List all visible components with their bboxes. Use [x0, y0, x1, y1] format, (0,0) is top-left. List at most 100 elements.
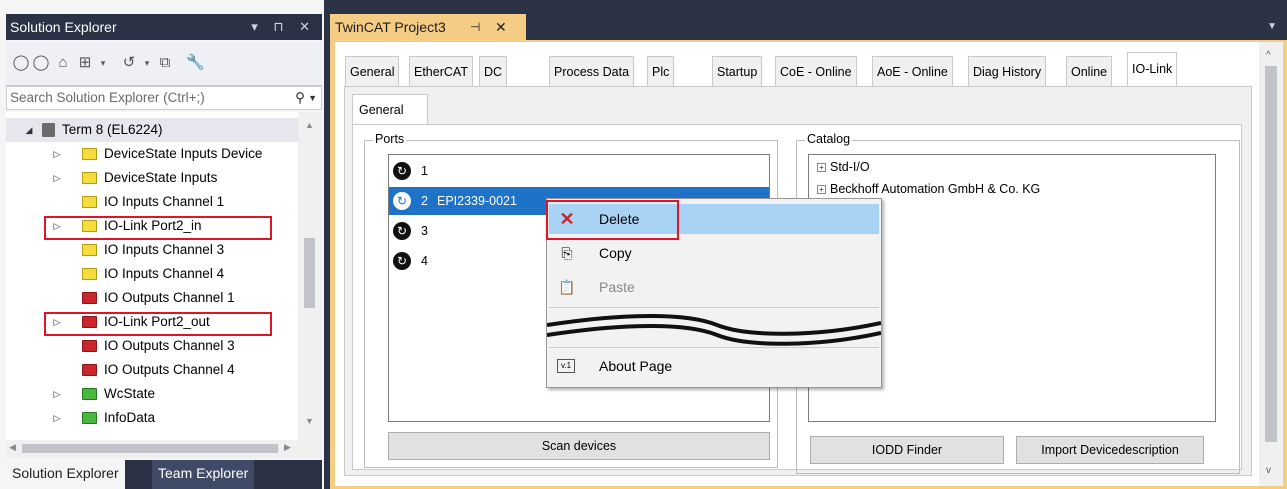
output-variable-icon	[82, 340, 97, 352]
status-variable-icon	[82, 412, 97, 424]
pin-icon[interactable]: ⊣	[470, 14, 480, 40]
scrollbar-thumb[interactable]	[304, 238, 315, 308]
terminal-icon	[42, 123, 55, 137]
scrollbar-thumb[interactable]	[22, 444, 278, 453]
collapse-all-icon[interactable]: ⧉	[156, 54, 174, 72]
tab-ethercat[interactable]: EtherCAT	[409, 56, 473, 86]
input-variable-icon	[82, 172, 97, 184]
window-controls[interactable]: ▾ ⊓ ✕	[251, 14, 316, 40]
input-variable-icon	[82, 268, 97, 280]
tree-label: InfoData	[104, 410, 156, 425]
subtab-general[interactable]: General	[352, 94, 428, 124]
input-variable-icon	[82, 196, 97, 208]
ports-group-title: Ports	[373, 132, 407, 146]
tab-aoe-online[interactable]: AoE - Online	[872, 56, 953, 86]
solution-explorer-title: Solution Explorer	[10, 19, 117, 35]
pending-changes-icon[interactable]: ↺	[120, 54, 138, 72]
callout-box	[546, 200, 679, 240]
input-variable-icon	[82, 244, 97, 256]
tab-startup[interactable]: Startup	[712, 56, 763, 86]
editor-vertical-scrollbar[interactable]: ^ v	[1259, 42, 1283, 486]
callout-box	[44, 312, 272, 336]
input-variable-icon	[82, 148, 97, 160]
tab-solution-explorer[interactable]: Solution Explorer	[6, 460, 125, 489]
tab-team-explorer[interactable]: Team Explorer	[152, 460, 255, 489]
menu-item-label: Paste	[599, 279, 635, 295]
port-row[interactable]: ↻ 1	[389, 157, 769, 185]
catalog-item-label: Beckhoff Automation GmbH & Co. KG	[830, 182, 1041, 196]
tree-label: IO Outputs Channel 3	[104, 338, 235, 353]
tree-label: IO Inputs Channel 3	[104, 242, 225, 257]
document-tab[interactable]: TwinCAT Project3 ⊣ ✕	[330, 14, 526, 40]
io-link-port-icon: ↻	[393, 192, 411, 210]
tree-label: IO Outputs Channel 1	[104, 290, 235, 305]
tab-coe-online[interactable]: CoE - Online	[775, 56, 857, 86]
import-devicedescription-button[interactable]: Import Devicedescription	[1016, 436, 1204, 464]
tree-horizontal-scrollbar[interactable]: ◀ ▶	[6, 440, 322, 458]
menu-item-paste[interactable]: 📋 Paste	[549, 272, 879, 302]
close-icon[interactable]: ✕	[495, 14, 507, 40]
tree-label: WcState	[104, 386, 156, 401]
expand-arrow-icon[interactable]: ▷	[52, 382, 62, 406]
tree-label: DeviceState Inputs Device	[104, 146, 263, 161]
tree-node-term8[interactable]: ◢ Term 8 (EL6224)	[6, 118, 298, 142]
solution-tree: ◢ Term 8 (EL6224) ▷ DeviceState Inputs D…	[6, 112, 298, 440]
document-tab-title: TwinCAT Project3	[335, 19, 446, 35]
solution-explorer-toolbar: ◯ ◯ ⌂ ⊞ ▾ ↺ ▾ ⧉ 🔧	[6, 42, 322, 86]
back-icon[interactable]: ◯	[12, 54, 30, 72]
menu-item-about-page[interactable]: v.1 About Page	[549, 351, 879, 381]
scroll-up-icon[interactable]: ^	[1266, 50, 1271, 61]
catalog-item[interactable]: + Std-I/O	[817, 157, 870, 177]
tab-process-data[interactable]: Process Data	[549, 56, 635, 86]
tab-plc[interactable]: Plc	[647, 56, 675, 86]
home-icon[interactable]: ⌂	[54, 54, 72, 72]
status-variable-icon	[82, 388, 97, 400]
tab-general[interactable]: General	[345, 56, 400, 86]
expand-arrow-icon[interactable]: ◢	[24, 118, 34, 142]
expand-arrow-icon[interactable]: ▷	[52, 166, 62, 190]
forward-icon[interactable]: ◯	[32, 54, 50, 72]
menu-item-copy[interactable]: ⎘ Copy	[549, 238, 879, 268]
expand-plus-icon[interactable]: +	[817, 163, 826, 172]
switch-view-icon[interactable]: ⊞	[76, 54, 94, 72]
catalog-item-label: Std-I/O	[830, 160, 870, 174]
explorer-bottom-tabs: Solution Explorer Team Explorer	[6, 460, 322, 489]
tree-label: DeviceState Inputs	[104, 170, 218, 185]
port-number: 1	[421, 164, 428, 178]
chevron-down-icon[interactable]: ▾	[94, 54, 112, 72]
catalog-group-title: Catalog	[805, 132, 853, 146]
tree-label: IO Inputs Channel 4	[104, 266, 225, 281]
scroll-down-icon[interactable]: v	[1266, 465, 1271, 476]
iodd-finder-button[interactable]: IODD Finder	[810, 436, 1004, 464]
tab-online[interactable]: Online	[1066, 56, 1113, 86]
scrollbar-thumb[interactable]	[1265, 66, 1277, 442]
chevron-down-icon[interactable]: ▼	[308, 87, 317, 109]
chevron-down-icon[interactable]: ▾	[138, 54, 156, 72]
search-input[interactable]: Search Solution Explorer (Ctrl+;) ⚲ ▼	[6, 86, 322, 110]
scroll-right-icon[interactable]: ▶	[284, 442, 291, 453]
menu-item-label: Copy	[599, 245, 632, 261]
tree-vertical-scrollbar[interactable]: ▲ ▼	[298, 112, 322, 440]
tree-label: Term 8 (EL6224)	[62, 122, 163, 137]
tab-dc[interactable]: DC	[479, 56, 508, 86]
scroll-left-icon[interactable]: ◀	[9, 442, 16, 453]
port-number: 2	[421, 194, 428, 208]
chevron-down-icon[interactable]: ▼	[1267, 21, 1277, 32]
properties-wrench-icon[interactable]: 🔧	[186, 54, 205, 72]
tab-diag-history[interactable]: Diag History	[968, 56, 1047, 86]
io-link-port-icon: ↻	[393, 252, 411, 270]
scan-devices-button[interactable]: Scan devices	[388, 432, 770, 460]
menu-item-label: About Page	[599, 358, 673, 374]
document-tab-bar: TwinCAT Project3 ⊣ ✕ ▼	[330, 14, 1287, 40]
search-icon[interactable]: ⚲	[295, 87, 305, 109]
scroll-down-icon[interactable]: ▼	[305, 416, 314, 426]
tab-io-link[interactable]: IO-Link	[1127, 52, 1178, 86]
catalog-item[interactable]: + Beckhoff Automation GmbH & Co. KG	[817, 179, 1040, 199]
expand-arrow-icon[interactable]: ▷	[52, 142, 62, 166]
expand-plus-icon[interactable]: +	[817, 185, 826, 194]
menu-separator	[549, 347, 879, 348]
menu-separator	[549, 307, 879, 308]
version-icon: v.1	[557, 359, 575, 373]
expand-arrow-icon[interactable]: ▷	[52, 406, 62, 430]
scroll-up-icon[interactable]: ▲	[305, 120, 314, 130]
